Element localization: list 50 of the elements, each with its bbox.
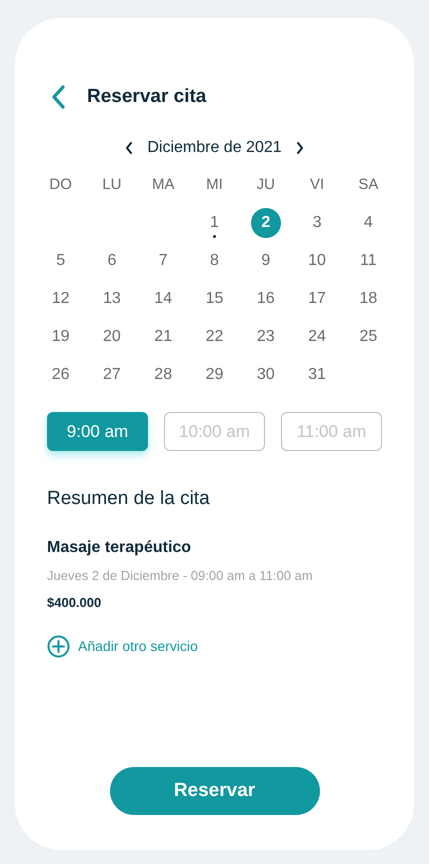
calendar-day[interactable]: 29	[199, 360, 230, 390]
calendar-day[interactable]: 5	[46, 246, 76, 276]
weekday-label: MA	[152, 174, 174, 195]
calendar-day[interactable]: 19	[46, 322, 76, 352]
calendar-day[interactable]: 11	[353, 246, 384, 276]
add-icon[interactable]	[47, 634, 70, 658]
calendar-day[interactable]: 14	[148, 284, 178, 314]
calendar-day[interactable]: 24	[302, 322, 332, 352]
summary-heading: Resumen de la cita	[47, 487, 210, 511]
previous-month-icon[interactable]	[125, 142, 134, 154]
calendar-day[interactable]: 18	[353, 284, 384, 314]
next-month-icon[interactable]	[296, 142, 304, 154]
time-slot[interactable]: 9:00 am	[47, 412, 148, 451]
add-service-link[interactable]: Añadir otro servicio	[78, 636, 198, 656]
weekday-label: VI	[310, 174, 324, 195]
calendar-day[interactable]: 8	[199, 246, 230, 276]
calendar-day[interactable]: 9	[250, 246, 281, 276]
month-label: Diciembre de 2021	[147, 138, 282, 158]
weekday-label: SA	[358, 174, 378, 195]
appointment-schedule: Jueves 2 de Diciembre - 09:00 am a 11:00 am	[47, 566, 313, 584]
calendar-day[interactable]: 17	[302, 284, 332, 314]
calendar-day[interactable]: 27	[96, 360, 127, 390]
calendar-day[interactable]: 12	[46, 284, 76, 314]
page-title: Reservar cita	[87, 84, 206, 109]
calendar-day[interactable]: 16	[250, 284, 281, 314]
calendar-day[interactable]: 15	[199, 284, 230, 314]
reserve-button[interactable]: Reservar	[110, 767, 320, 815]
calendar-day[interactable]: 21	[148, 322, 178, 352]
calendar-day[interactable]: 3	[302, 208, 332, 238]
calendar-day[interactable]: 10	[302, 246, 332, 276]
weekday-label: MI	[206, 174, 223, 195]
calendar-day[interactable]: 31	[302, 360, 332, 390]
calendar-day[interactable]: 6	[96, 246, 127, 276]
calendar-day[interactable]: 20	[96, 322, 127, 352]
weekday-label: JU	[256, 174, 275, 195]
service-price: $400.000	[47, 594, 102, 612]
calendar-day[interactable]: 1	[199, 208, 230, 238]
calendar-day[interactable]: 26	[46, 360, 76, 390]
calendar-day[interactable]: 30	[250, 360, 281, 390]
calendar-day[interactable]: 28	[148, 360, 178, 390]
calendar-day[interactable]: 2	[250, 208, 281, 238]
calendar-day[interactable]: 22	[199, 322, 230, 352]
weekday-label: LU	[102, 174, 122, 195]
calendar-day[interactable]: 23	[250, 322, 281, 352]
service-name: Masaje terapéutico	[47, 538, 192, 558]
calendar-day[interactable]: 4	[353, 208, 384, 238]
calendar-day[interactable]: 25	[353, 322, 384, 352]
calendar-day[interactable]: 13	[96, 284, 127, 314]
weekday-label: DO	[49, 174, 72, 195]
calendar-day[interactable]: 7	[148, 246, 178, 276]
